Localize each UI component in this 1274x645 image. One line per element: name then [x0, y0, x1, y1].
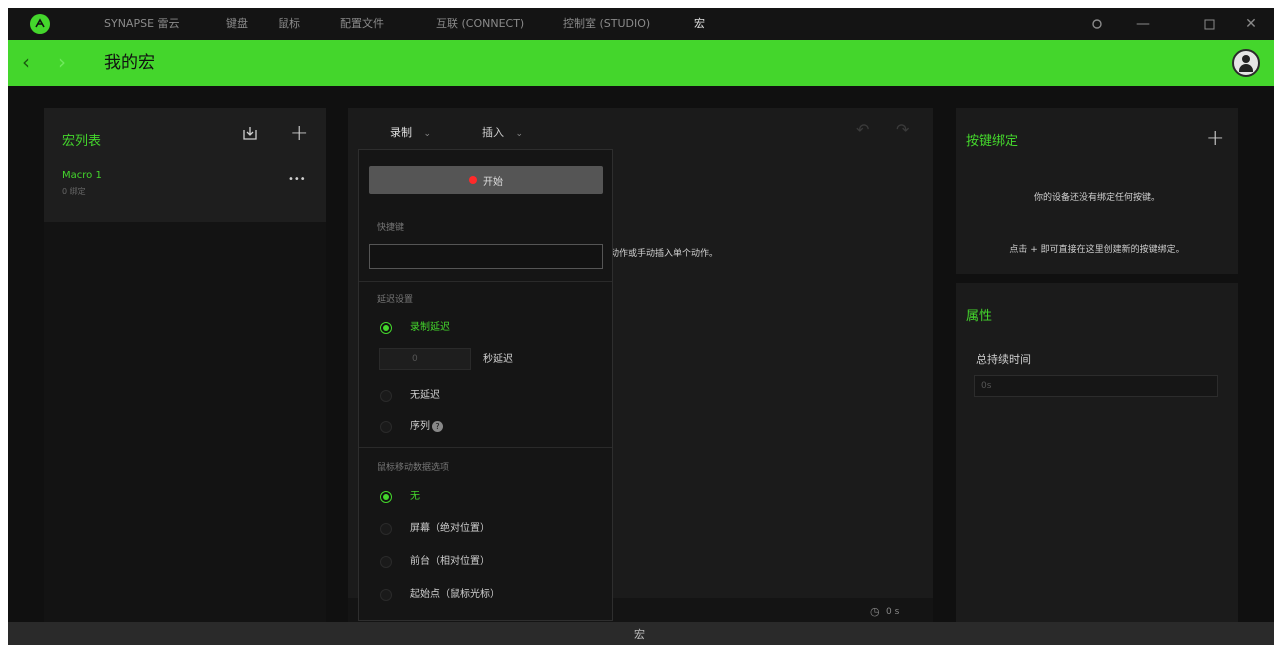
delay-option-none: 无延迟	[410, 390, 440, 401]
more-options-icon[interactable]: •••	[288, 174, 306, 185]
nav-connect[interactable]: 互联 (CONNECT)	[436, 8, 524, 40]
import-icon[interactable]	[242, 125, 258, 145]
delay-settings-label: 延迟设置	[377, 295, 414, 305]
undo-icon[interactable]: ↶	[856, 120, 869, 139]
macro-binding-count: 0 绑定	[62, 187, 86, 196]
delay-radio-record[interactable]	[380, 322, 392, 334]
create-binding-hint: 点击 + 即可直接在这里创建新的按键绑定。	[1009, 245, 1185, 255]
start-recording-label: 开始	[483, 176, 503, 188]
macro-name: Macro 1	[62, 170, 102, 181]
insert-tab-label: 插入	[482, 126, 504, 139]
start-recording-button[interactable]: 开始	[369, 166, 603, 194]
macro-list-title: 宏列表	[62, 134, 102, 149]
empty-hint-text: 动作或手动插入单个动作。	[610, 249, 719, 259]
nav-synapse[interactable]: SYNAPSE 雷云	[104, 8, 180, 40]
add-binding-icon[interactable]: +	[1206, 128, 1224, 150]
minimize-icon[interactable]: —	[1128, 8, 1158, 40]
record-dot-icon	[469, 176, 477, 184]
chevron-down-icon: ⌄	[515, 129, 524, 139]
record-dropdown-menu: 开始 快捷键 延迟设置 录制延迟 0 秒延迟 无延迟 序列? 鼠标移动数据选项 …	[358, 149, 613, 621]
clock-icon: ◷	[870, 605, 880, 618]
nav-profiles[interactable]: 配置文件	[340, 8, 384, 40]
chevron-down-icon: ⌄	[423, 129, 432, 139]
mouse-option-foreground: 前台（相对位置）	[410, 556, 490, 567]
page-title: 我的宏	[104, 53, 155, 73]
app-window: SYNAPSE 雷云 键盘 鼠标 配置文件 互联 (CONNECT) 控制室 (…	[8, 8, 1274, 645]
delay-option-sequence-label: 序列	[410, 421, 430, 432]
title-bar: SYNAPSE 雷云 键盘 鼠标 配置文件 互联 (CONNECT) 控制室 (…	[8, 8, 1274, 40]
macro-duration: 0 s	[886, 607, 900, 617]
status-bar: 宏	[8, 622, 1274, 645]
mouse-option-origin: 起始点（鼠标光标）	[410, 589, 500, 600]
delay-radio-none[interactable]	[380, 390, 392, 402]
nav-mouse[interactable]: 鼠标	[278, 8, 300, 40]
mouse-options-label: 鼠标移动数据选项	[377, 463, 450, 473]
page-header: ‹ › 我的宏	[8, 40, 1274, 86]
macro-list-item[interactable]: Macro 1 0 绑定 •••	[44, 156, 326, 222]
nav-keyboard[interactable]: 键盘	[226, 8, 248, 40]
insert-tab[interactable]: 插入 ⌄	[482, 124, 523, 140]
hotkey-input[interactable]	[369, 244, 603, 269]
key-binding-panel: 按键绑定 + 你的设备还没有绑定任何按键。 点击 + 即可直接在这里创建新的按键…	[956, 108, 1238, 274]
divider	[359, 281, 612, 282]
delay-option-record: 录制延迟	[410, 322, 450, 333]
razer-logo-icon	[30, 14, 50, 34]
delay-option-sequence: 序列?	[410, 420, 443, 434]
maximize-icon[interactable]	[1194, 8, 1224, 40]
total-duration-label: 总持续时间	[976, 353, 1031, 366]
user-avatar-icon[interactable]	[1232, 49, 1260, 77]
mouse-option-none: 无	[410, 491, 420, 502]
mouse-option-screen: 屏幕（绝对位置）	[410, 523, 490, 534]
help-icon[interactable]: ?	[432, 420, 443, 432]
key-binding-title: 按键绑定	[966, 134, 1019, 149]
settings-gear-icon[interactable]	[1082, 8, 1112, 40]
add-macro-icon[interactable]: +	[290, 123, 308, 145]
back-arrow-icon[interactable]: ‹	[22, 50, 30, 74]
record-tab[interactable]: 录制 ⌄	[390, 124, 431, 140]
no-binding-text: 你的设备还没有绑定任何按键。	[1033, 193, 1160, 203]
delay-seconds-input[interactable]: 0	[379, 348, 471, 370]
total-duration-field[interactable]: 0s	[974, 375, 1218, 397]
macro-list-header: 宏列表 +	[44, 108, 326, 156]
record-tab-label: 录制	[390, 126, 412, 139]
close-icon[interactable]: ✕	[1236, 8, 1266, 40]
delay-radio-sequence[interactable]	[380, 421, 392, 433]
divider	[359, 447, 612, 448]
mouse-radio-foreground[interactable]	[380, 556, 392, 568]
forward-arrow-icon[interactable]: ›	[58, 50, 66, 74]
redo-icon[interactable]: ↷	[896, 120, 909, 139]
mouse-radio-origin[interactable]	[380, 589, 392, 601]
status-bar-label: 宏	[634, 628, 645, 641]
delay-option-seconds: 秒延迟	[483, 354, 513, 365]
mouse-radio-screen[interactable]	[380, 523, 392, 535]
mouse-radio-none[interactable]	[380, 491, 392, 503]
hotkey-label: 快捷键	[377, 223, 405, 233]
macro-list-panel: 宏列表 + Macro 1 0 绑定 •••	[44, 108, 326, 645]
properties-panel: 属性 总持续时间 0s	[956, 283, 1238, 645]
nav-macro[interactable]: 宏	[694, 8, 705, 40]
nav-studio[interactable]: 控制室 (STUDIO)	[563, 8, 650, 40]
properties-title: 属性	[966, 309, 993, 324]
